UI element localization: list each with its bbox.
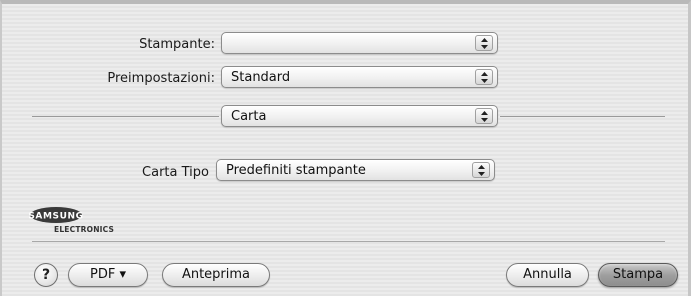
svg-text:ELECTRONICS: ELECTRONICS <box>54 225 114 234</box>
print-button[interactable]: Stampa <box>598 263 678 287</box>
printer-popup[interactable] <box>221 32 498 54</box>
paper-type-value: Predefiniti stampante <box>226 163 366 178</box>
popup-arrows-icon <box>475 108 493 124</box>
footer-divider <box>32 241 665 242</box>
section-divider-right <box>500 116 665 117</box>
popup-arrows-icon <box>475 69 493 85</box>
samsung-logo-icon: SAMSUNG ELECTRONICS <box>28 207 114 234</box>
print-dialog: Stampante: Preimpostazioni: Standard Car… <box>0 0 691 296</box>
cancel-button[interactable]: Annulla <box>506 263 589 287</box>
section-popup[interactable]: Carta <box>221 105 498 127</box>
presets-label: Preimpostazioni: <box>107 71 215 86</box>
section-value: Carta <box>231 109 267 124</box>
presets-popup[interactable]: Standard <box>221 66 498 88</box>
preview-button[interactable]: Anteprima <box>162 263 270 287</box>
presets-value: Standard <box>231 70 291 85</box>
samsung-logo: SAMSUNG ELECTRONICS <box>28 205 158 235</box>
help-button[interactable]: ? <box>34 263 58 287</box>
svg-text:SAMSUNG: SAMSUNG <box>28 212 83 222</box>
pdf-button[interactable]: PDF ▾ <box>68 263 148 287</box>
paper-type-label: Carta Tipo <box>142 165 209 180</box>
section-divider-left <box>32 116 219 117</box>
paper-type-popup[interactable]: Predefiniti stampante <box>216 159 495 181</box>
printer-label: Stampante: <box>139 37 215 52</box>
popup-arrows-icon <box>475 35 493 51</box>
popup-arrows-icon <box>472 162 490 178</box>
